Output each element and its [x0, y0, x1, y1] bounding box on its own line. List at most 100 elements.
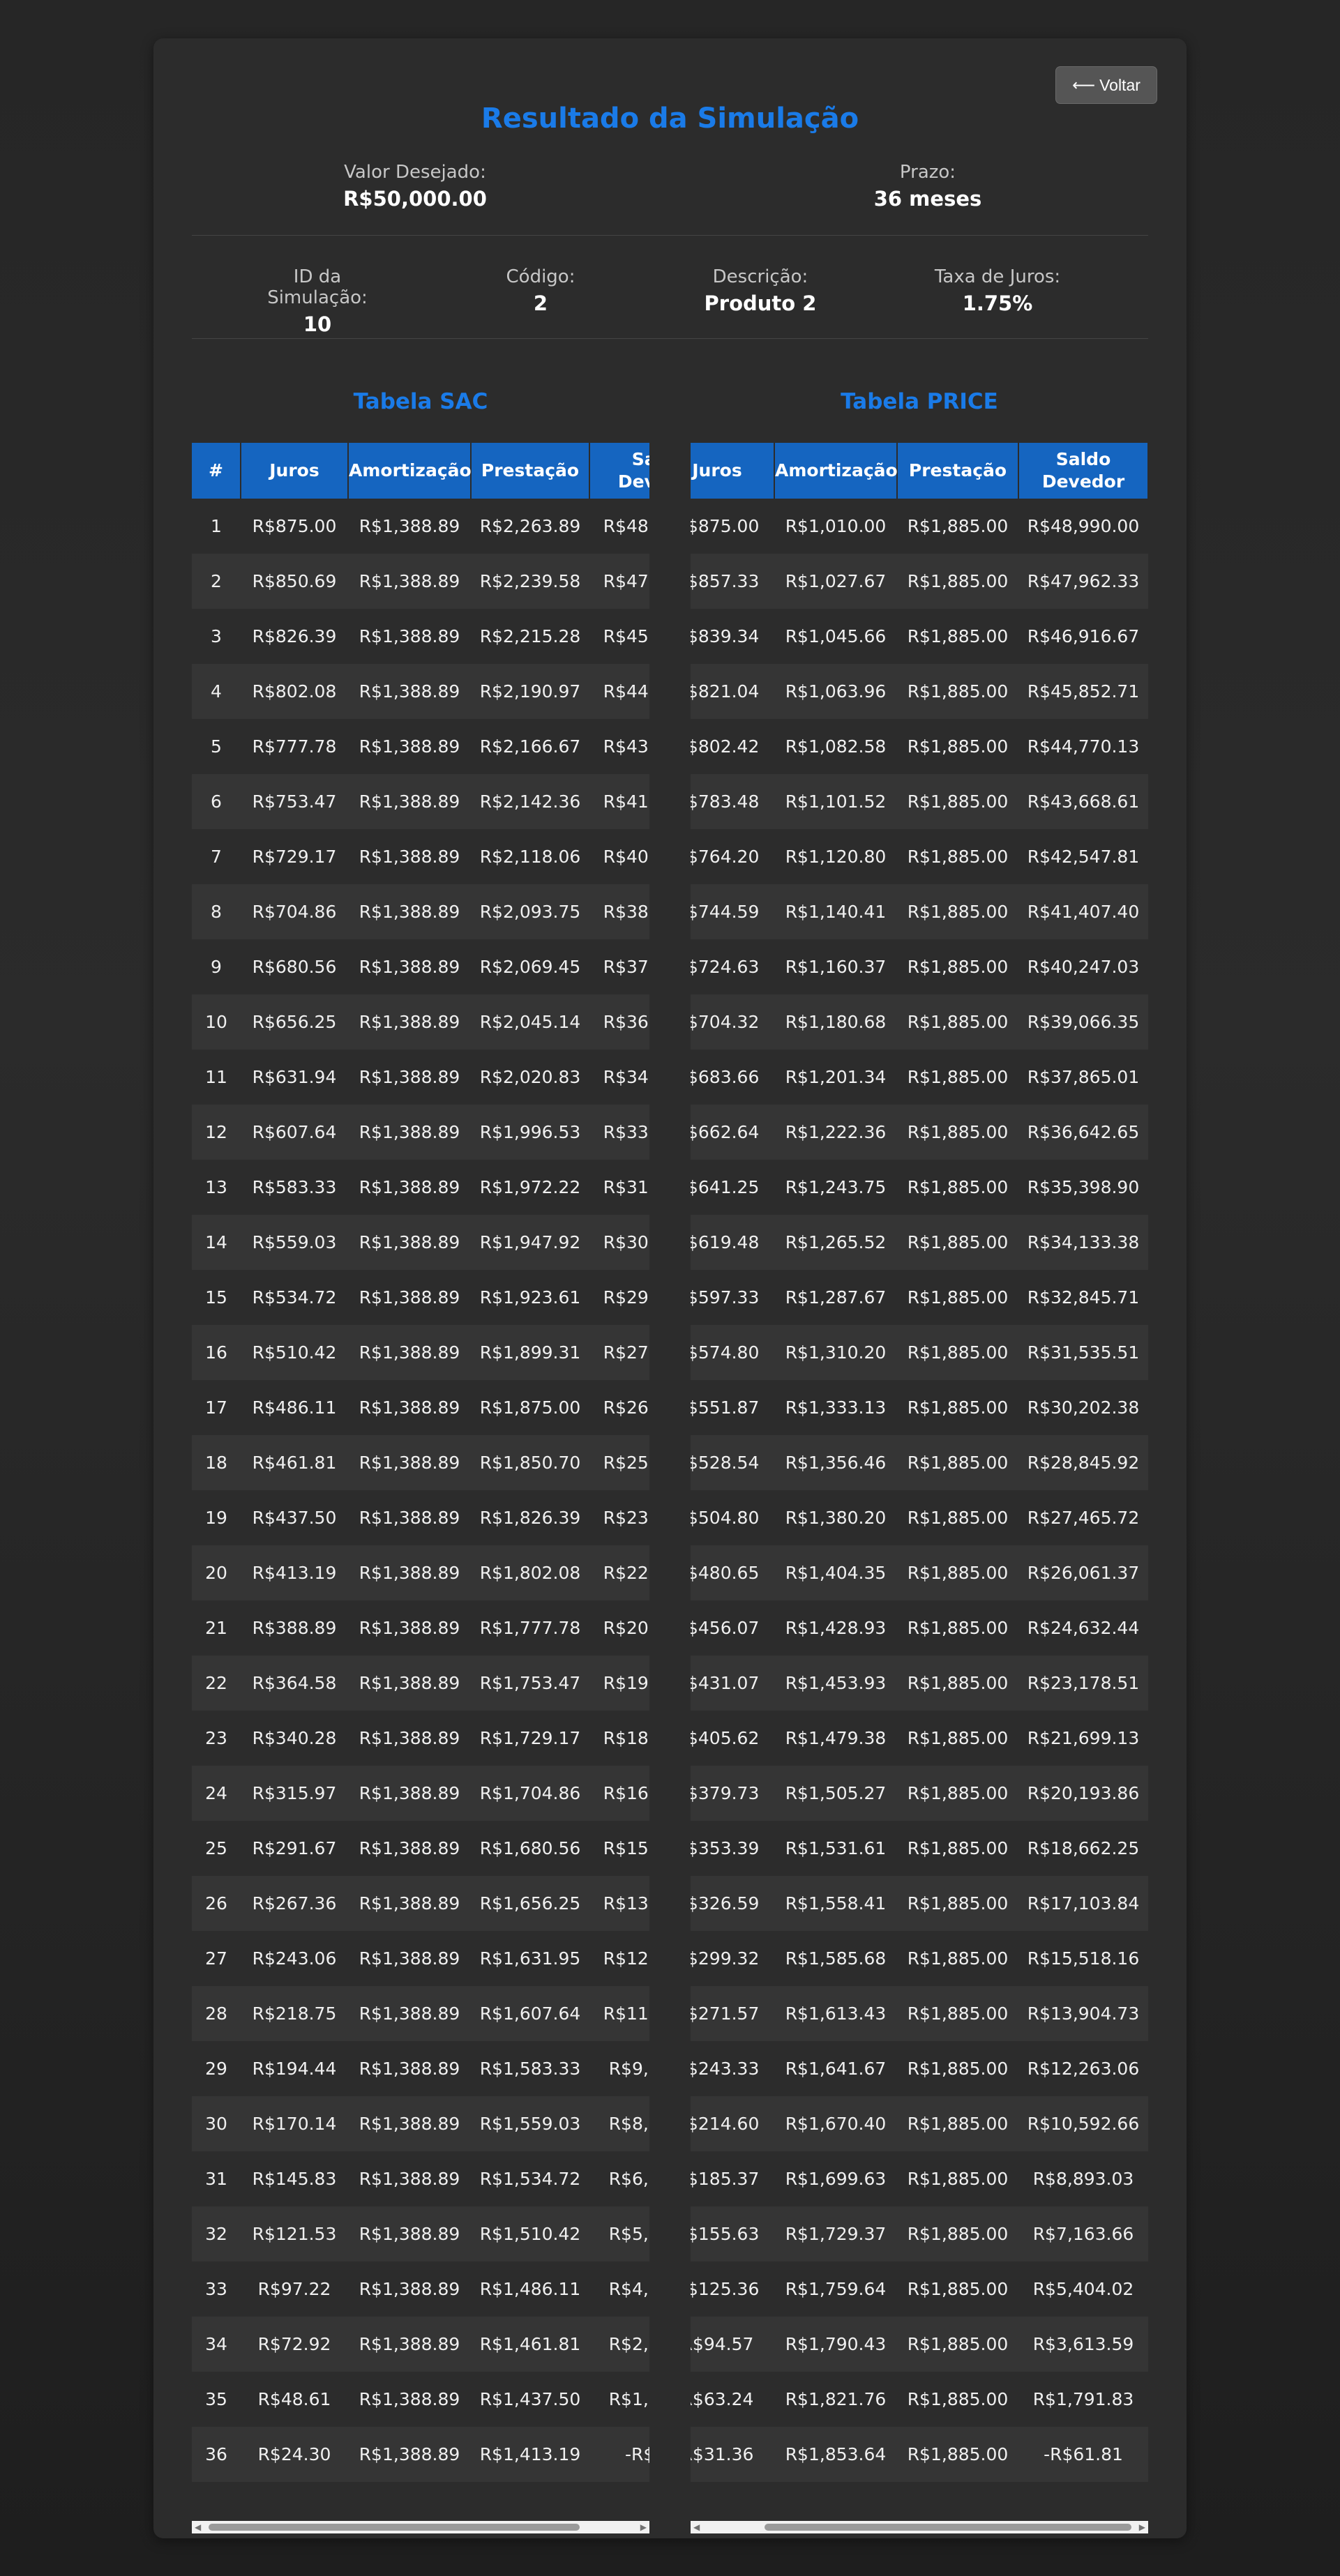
sac-scrollbar-thumb[interactable] [209, 2524, 580, 2531]
price-scrollbar-thumb[interactable] [765, 2524, 1131, 2531]
table-row: 2R$857.33R$1,027.67R$1,885.00R$47,962.33 [691, 554, 1148, 609]
cell-amortizacao: R$1,388.89 [348, 609, 471, 664]
codigo-info: Código: 2 [488, 266, 593, 315]
cell-prestacao: R$1,885.00 [897, 1711, 1018, 1766]
cell-index: 20 [192, 1545, 241, 1600]
cell-index: 9 [192, 939, 241, 994]
table-row: 12R$607.64R$1,388.89R$1,996.53R$33,333.3… [192, 1105, 649, 1160]
cell-amortizacao: R$1,310.20 [774, 1325, 897, 1380]
cell-amortizacao: R$1,453.93 [774, 1656, 897, 1711]
cell-juros: R$704.32 [691, 994, 774, 1050]
table-row: 18R$528.54R$1,356.46R$1,885.00R$28,845.9… [691, 1435, 1148, 1490]
cell-juros: R$97.22 [241, 2261, 348, 2317]
cell-saldo: R$40,247.03 [1018, 939, 1148, 994]
cell-saldo: R$41,407.40 [1018, 884, 1148, 939]
scroll-left-icon[interactable]: ◀ [693, 2522, 700, 2532]
cell-amortizacao: R$1,027.67 [774, 554, 897, 609]
table-row: 12R$662.64R$1,222.36R$1,885.00R$36,642.6… [691, 1105, 1148, 1160]
cell-prestacao: R$1,885.00 [897, 2372, 1018, 2427]
cell-juros: R$480.65 [691, 1545, 774, 1600]
cell-saldo: R$26,388.89 [589, 1380, 649, 1435]
cell-prestacao: R$1,583.33 [471, 2041, 589, 2096]
cell-prestacao: R$1,972.22 [471, 1160, 589, 1215]
valor-value: R$50,000.00 [343, 187, 487, 211]
cell-saldo: R$18,055.56 [589, 1711, 649, 1766]
cell-prestacao: R$1,607.64 [471, 1986, 589, 2041]
table-row: 1R$875.00R$1,010.00R$1,885.00R$48,990.00 [691, 499, 1148, 554]
cell-saldo: R$31,944.44 [589, 1160, 649, 1215]
cell-juros: R$875.00 [241, 499, 348, 554]
cell-saldo: R$1,791.83 [1018, 2372, 1148, 2427]
cell-saldo: R$27,465.72 [1018, 1490, 1148, 1545]
cell-juros: R$850.69 [241, 554, 348, 609]
cell-saldo: R$22,222.22 [589, 1545, 649, 1600]
back-button[interactable]: ⟵ Voltar [1055, 66, 1157, 104]
cell-prestacao: R$1,704.86 [471, 1766, 589, 1821]
cell-prestacao: R$1,753.47 [471, 1656, 589, 1711]
cell-saldo: R$21,699.13 [1018, 1711, 1148, 1766]
cell-juros: R$583.33 [241, 1160, 348, 1215]
cell-amortizacao: R$1,428.93 [774, 1600, 897, 1656]
table-row: 13R$641.25R$1,243.75R$1,885.00R$35,398.9… [691, 1160, 1148, 1215]
cell-prestacao: R$2,215.28 [471, 609, 589, 664]
cell-amortizacao: R$1,388.89 [348, 774, 471, 829]
cell-juros: R$194.44 [241, 2041, 348, 2096]
cell-index: 33 [192, 2261, 241, 2317]
scroll-right-icon[interactable]: ▶ [1139, 2522, 1145, 2532]
cell-saldo: R$41,666.67 [589, 774, 649, 829]
table-row: 15R$597.33R$1,287.67R$1,885.00R$32,845.7… [691, 1270, 1148, 1325]
cell-prestacao: R$1,885.00 [897, 1766, 1018, 1821]
codigo-value: 2 [533, 291, 548, 315]
cell-prestacao: R$1,885.00 [897, 1876, 1018, 1931]
table-row: 34R$72.92R$1,388.89R$1,461.81R$2,777.78 [192, 2317, 649, 2372]
sac-col-prestacao: Prestação [471, 443, 590, 499]
scroll-left-icon[interactable]: ◀ [195, 2522, 201, 2532]
cell-juros: R$31.36 [691, 2427, 774, 2482]
cell-prestacao: R$1,885.00 [897, 1215, 1018, 1270]
sac-col-juros: Juros [241, 443, 349, 499]
cell-saldo: R$20,833.33 [589, 1600, 649, 1656]
cell-juros: R$170.14 [241, 2096, 348, 2151]
cell-prestacao: R$2,263.89 [471, 499, 589, 554]
table-row: 32R$155.63R$1,729.37R$1,885.00R$7,163.66 [691, 2206, 1148, 2261]
cell-prestacao: R$1,885.00 [897, 1545, 1018, 1600]
cell-amortizacao: R$1,120.80 [774, 829, 897, 884]
cell-saldo: R$2,777.78 [589, 2317, 649, 2372]
cell-juros: R$340.28 [241, 1711, 348, 1766]
price-col-amortizacao: Amortização [774, 443, 898, 499]
price-horizontal-scrollbar[interactable]: ◀ ▶ [691, 2521, 1148, 2533]
cell-amortizacao: R$1,388.89 [348, 2151, 471, 2206]
cell-prestacao: R$1,534.72 [471, 2151, 589, 2206]
cell-prestacao: R$1,826.39 [471, 1490, 589, 1545]
cell-prestacao: R$1,885.00 [897, 609, 1018, 664]
sac-horizontal-scrollbar[interactable]: ◀ ▶ [192, 2521, 649, 2533]
table-row: 26R$267.36R$1,388.89R$1,656.25R$13,888.8… [192, 1876, 649, 1931]
table-row: 8R$704.86R$1,388.89R$2,093.75R$38,888.89 [192, 884, 649, 939]
cell-amortizacao: R$1,388.89 [348, 1325, 471, 1380]
cell-juros: R$364.58 [241, 1656, 348, 1711]
scroll-right-icon[interactable]: ▶ [640, 2522, 647, 2532]
cell-index: 21 [192, 1600, 241, 1656]
cell-prestacao: R$1,510.42 [471, 2206, 589, 2261]
sac-table-container[interactable]: # Juros Amortização Prestação Saldo Deve… [192, 443, 649, 2533]
cell-saldo: R$43,668.61 [1018, 774, 1148, 829]
cell-amortizacao: R$1,222.36 [774, 1105, 897, 1160]
cell-prestacao: R$1,885.00 [897, 2317, 1018, 2372]
prazo-value: 36 meses [873, 187, 982, 211]
cell-prestacao: R$1,885.00 [897, 1380, 1018, 1435]
cell-prestacao: R$1,885.00 [897, 1656, 1018, 1711]
cell-amortizacao: R$1,356.46 [774, 1435, 897, 1490]
simulation-result-card: ⟵ Voltar Resultado da Simulação Valor De… [153, 38, 1187, 2538]
cell-amortizacao: R$1,388.89 [348, 1270, 471, 1325]
cell-juros: R$267.36 [241, 1876, 348, 1931]
cell-index: 15 [192, 1270, 241, 1325]
cell-juros: R$431.07 [691, 1656, 774, 1711]
cell-saldo: R$6,944.44 [589, 2151, 649, 2206]
cell-saldo: R$4,166.67 [589, 2261, 649, 2317]
cell-saldo: R$27,777.78 [589, 1325, 649, 1380]
cell-juros: R$461.81 [241, 1435, 348, 1490]
price-table-container[interactable]: # Juros Amortização Prestação Saldo Deve… [691, 443, 1148, 2533]
table-row: 4R$821.04R$1,063.96R$1,885.00R$45,852.71 [691, 664, 1148, 719]
cell-amortizacao: R$1,505.27 [774, 1766, 897, 1821]
cell-juros: R$72.92 [241, 2317, 348, 2372]
